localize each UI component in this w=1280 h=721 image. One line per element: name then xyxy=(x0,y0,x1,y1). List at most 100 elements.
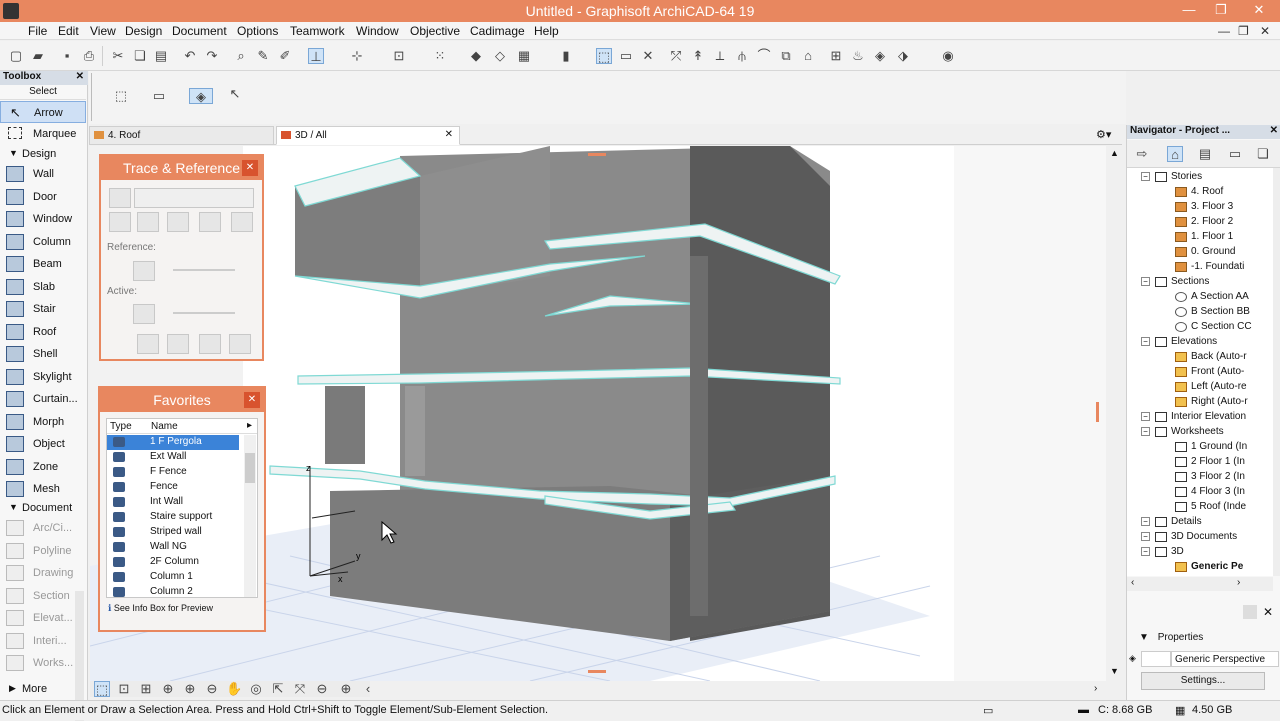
navigator-view-item[interactable]: 1 Ground (In xyxy=(1127,440,1272,455)
navigator-close-icon[interactable]: ✕ xyxy=(1270,125,1278,136)
trace-option-button[interactable] xyxy=(167,334,189,354)
3d-window-icon[interactable]: ⬚ xyxy=(596,48,612,64)
menu-options[interactable]: Options xyxy=(237,24,278,38)
eyedropper-icon[interactable]: ✎ xyxy=(255,48,271,64)
tree-expander-icon[interactable]: − xyxy=(1141,337,1150,346)
previous-zoom-icon[interactable]: ⊖ xyxy=(314,681,330,697)
rotated-rect-icon[interactable]: ◈ xyxy=(189,88,213,104)
favorite-item[interactable]: Column 2 xyxy=(107,585,239,597)
toolbox-more-section[interactable]: ▶ More xyxy=(0,683,86,697)
print-icon[interactable]: ⎙ xyxy=(81,48,97,64)
navigator-view-item[interactable]: B Section BB xyxy=(1127,305,1272,320)
fire-icon[interactable]: ♨ xyxy=(850,48,866,64)
navigator-folder[interactable]: − 3D Documents xyxy=(1127,530,1272,545)
tool-design-item[interactable]: Stair xyxy=(0,298,86,320)
scroll-left-icon[interactable]: ‹ xyxy=(360,681,376,697)
save-icon[interactable]: ▪ xyxy=(59,48,75,64)
reference-intensity-slider[interactable] xyxy=(173,269,235,271)
transfer-icon[interactable]: ⬗ xyxy=(895,48,911,64)
column-type[interactable]: Type xyxy=(110,421,132,432)
navigator-view-item[interactable]: Back (Auto-r xyxy=(1127,350,1272,365)
reference-color-button[interactable] xyxy=(133,261,155,281)
explode-icon[interactable]: ⊞ xyxy=(828,48,844,64)
close-button[interactable]: ✕ xyxy=(1238,0,1280,22)
trace-option-button[interactable] xyxy=(199,334,221,354)
zoom-in-icon[interactable]: ⊕ xyxy=(160,681,176,697)
favorite-item[interactable]: Wall NG xyxy=(107,540,239,555)
navigator-view-item[interactable]: 4. Roof xyxy=(1127,185,1272,200)
quick-selection-icon[interactable]: ↖ xyxy=(227,86,243,102)
favorite-item[interactable]: F Fence xyxy=(107,465,239,480)
navigator-view-item[interactable]: -1. Foundati xyxy=(1127,260,1272,275)
project-map-icon[interactable]: ⌂ xyxy=(1167,146,1183,162)
menu-close-icon[interactable]: ✕ xyxy=(1260,24,1270,38)
adjust-icon[interactable]: ⧉ xyxy=(778,48,794,64)
active-color-button[interactable] xyxy=(133,304,155,324)
tool-document-item[interactable]: Drawing xyxy=(0,562,86,584)
viewport-vertical-scrollbar[interactable]: ▲ ▼ xyxy=(1106,146,1122,681)
navigator-view-item[interactable]: 2. Floor 2 xyxy=(1127,215,1272,230)
scroll-thumb[interactable] xyxy=(245,453,255,483)
tool-document-item[interactable]: Works... xyxy=(0,652,86,674)
navigator-view-item[interactable]: Generic Axo xyxy=(1127,575,1272,576)
trace-toggle-button[interactable] xyxy=(109,188,131,208)
menu-view[interactable]: View xyxy=(90,24,116,38)
guide-lines-icon[interactable]: ⊥ xyxy=(308,48,324,64)
column-name[interactable]: Name xyxy=(151,421,178,432)
trace-compare-button[interactable] xyxy=(231,212,253,232)
navigator-folder[interactable]: − Elevations xyxy=(1127,335,1272,350)
trace-option-button[interactable] xyxy=(137,334,159,354)
scroll-right-icon[interactable]: › xyxy=(1094,683,1097,694)
menu-help[interactable]: Help xyxy=(534,24,559,38)
favorite-item[interactable]: 1 F Pergola xyxy=(107,435,239,450)
3d-viewport[interactable]: z y x Trace & Reference ✕ Reference: Acti… xyxy=(90,146,1106,681)
tool-design-item[interactable]: Roof xyxy=(0,321,86,343)
memory-status-icon[interactable]: ▭ xyxy=(983,704,993,717)
publisher-icon[interactable]: ❏ xyxy=(1255,146,1271,162)
split-icon[interactable]: ⫛ xyxy=(734,48,750,64)
syringe-icon[interactable]: ✐ xyxy=(277,48,293,64)
trace-reset-button[interactable] xyxy=(199,212,221,232)
favorite-item[interactable]: 2F Column xyxy=(107,555,239,570)
tool-design-item[interactable]: Door xyxy=(0,186,86,208)
navigator-view-item[interactable]: 5 Roof (Inde xyxy=(1127,500,1272,515)
orbit-icon[interactable]: ⤱ xyxy=(668,48,684,64)
tab-3d-all[interactable]: 3D / All ✕ xyxy=(276,126,460,145)
new-file-icon[interactable]: ▢ xyxy=(8,48,24,64)
navigator-settings-icon[interactable] xyxy=(1243,605,1257,619)
toolbox-document-section[interactable]: ▼ Document xyxy=(0,502,86,516)
menu-design[interactable]: Design xyxy=(125,24,162,38)
tool-design-item[interactable]: Mesh xyxy=(0,478,86,500)
menu-cadimage[interactable]: Cadimage xyxy=(470,24,525,38)
palette-close-icon[interactable]: ✕ xyxy=(244,392,260,408)
tool-design-item[interactable]: Morph xyxy=(0,411,86,433)
menu-document[interactable]: Document xyxy=(172,24,227,38)
navigator-view-item[interactable]: 1. Floor 1 xyxy=(1127,230,1272,245)
tool-document-item[interactable]: Elevat... xyxy=(0,607,86,629)
snap-guides-icon[interactable]: ⊹ xyxy=(349,48,365,64)
navigator-view-item[interactable]: Generic Pe xyxy=(1127,560,1272,575)
tool-marquee[interactable]: Marquee xyxy=(0,123,86,145)
tree-expander-icon[interactable]: − xyxy=(1141,427,1150,436)
menu-objective[interactable]: Objective xyxy=(410,24,460,38)
zoom-out-icon[interactable]: ⊖ xyxy=(204,681,220,697)
section-marker[interactable] xyxy=(588,670,606,673)
favorites-scrollbar[interactable] xyxy=(244,435,256,597)
view-id-field[interactable] xyxy=(1141,651,1171,667)
tool-design-item[interactable]: Skylight xyxy=(0,366,86,388)
cross-icon[interactable]: ✕ xyxy=(640,48,656,64)
navigator-delete-icon[interactable]: ✕ xyxy=(1263,605,1273,619)
tool-document-item[interactable]: Polyline xyxy=(0,540,86,562)
cut-icon[interactable]: ✂ xyxy=(110,48,126,64)
favorite-item[interactable]: Column 1 xyxy=(107,570,239,585)
navigator-h-scrollbar[interactable]: ‹ › xyxy=(1127,577,1273,591)
navigator-folder[interactable]: − Details xyxy=(1127,515,1272,530)
navigator-map-button[interactable]: ⇨ xyxy=(1131,146,1153,162)
tab-close-icon[interactable]: ✕ xyxy=(445,129,453,140)
tool-design-item[interactable]: Column xyxy=(0,231,86,253)
navigator-view-item[interactable]: Front (Auto- xyxy=(1127,365,1272,380)
favorite-item[interactable]: Staire support xyxy=(107,510,239,525)
maximize-button[interactable]: ❐ xyxy=(1204,0,1238,22)
render-icon[interactable]: ◈ xyxy=(872,48,888,64)
navigator-folder[interactable]: − Sections xyxy=(1127,275,1272,290)
